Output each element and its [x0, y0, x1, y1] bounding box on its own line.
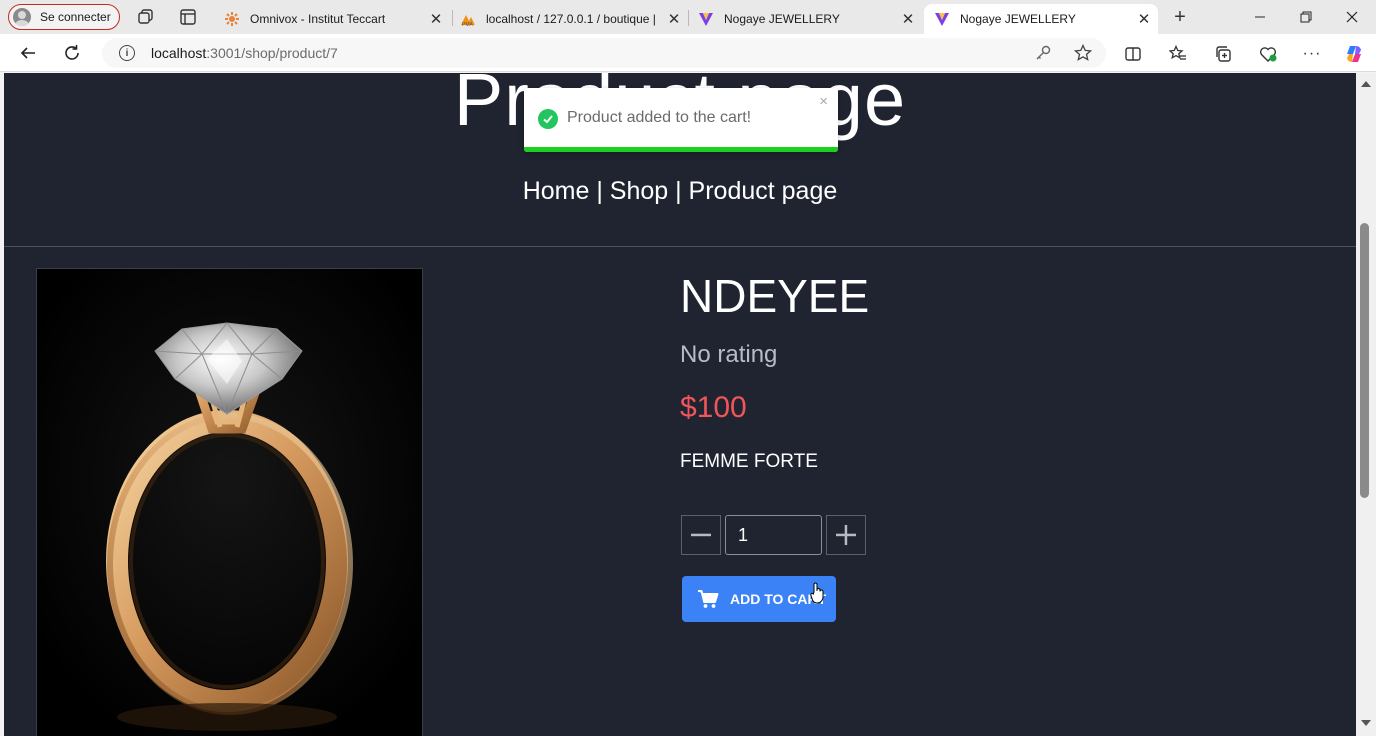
tab-phpmyadmin[interactable]: PMA localhost / 127.0.0.1 / boutique | ✕ [450, 4, 688, 34]
profile-label: Se connecter [40, 10, 111, 24]
close-tab-icon[interactable]: ✕ [666, 10, 682, 28]
tab-title: Nogaye JEWELLERY [724, 12, 840, 26]
favorites-icon[interactable] [1168, 44, 1188, 64]
shopping-cart-icon [697, 589, 719, 609]
quantity-input[interactable] [725, 515, 822, 555]
new-tab-icon[interactable]: + [1171, 6, 1189, 28]
profile-button[interactable]: Se connecter [8, 4, 120, 30]
password-key-icon[interactable] [1034, 44, 1052, 67]
browser-toolbar: i localhost:3001/shop/product/7 ··· [0, 34, 1376, 72]
scroll-down-arrow-icon[interactable] [1361, 720, 1371, 726]
product-name: NDEYEE [680, 270, 870, 322]
browser-essentials-icon[interactable] [1258, 44, 1278, 64]
svg-text:PMA: PMA [462, 22, 474, 27]
collections-icon[interactable] [1213, 44, 1233, 64]
address-bar[interactable]: i localhost:3001/shop/product/7 [102, 38, 1106, 68]
section-divider [4, 246, 1356, 247]
back-icon[interactable] [17, 42, 39, 64]
toast-close-icon[interactable]: × [819, 93, 828, 110]
page-viewport: Product page Home | Shop | Product page [4, 73, 1356, 736]
tab-title: Omnivox - Institut Teccart [250, 12, 386, 26]
page-scrollbar[interactable] [1356, 73, 1376, 736]
tab-nogaye-active[interactable]: Nogaye JEWELLERY ✕ [924, 4, 1158, 34]
scroll-up-arrow-icon[interactable] [1361, 81, 1371, 87]
url-path: :3001/shop/product/7 [206, 45, 338, 61]
nogaye-logo-icon [934, 11, 950, 27]
refresh-icon[interactable] [61, 42, 83, 64]
omnivox-icon [224, 11, 240, 27]
product-image [36, 268, 423, 736]
product-rating: No rating [680, 341, 778, 368]
breadcrumb[interactable]: Home | Shop | Product page [4, 177, 1356, 206]
workspaces-icon[interactable] [137, 8, 155, 26]
plus-icon [836, 525, 856, 545]
hand-cursor-icon [810, 582, 826, 609]
toast-progress-bar [524, 147, 838, 152]
close-tab-icon[interactable]: ✕ [900, 10, 916, 28]
minimize-icon[interactable] [1248, 6, 1272, 28]
browser-tab-bar: Se connecter Omnivox - Institut Teccart … [0, 0, 1376, 34]
product-description: FEMME FORTE [680, 451, 818, 472]
success-toast: Product added to the cart! × [524, 88, 838, 152]
tab-title: localhost / 127.0.0.1 / boutique | [486, 12, 656, 26]
settings-more-icon[interactable]: ··· [1302, 44, 1322, 64]
quantity-decrease-button[interactable] [681, 515, 721, 555]
minus-icon [691, 533, 711, 537]
close-window-icon[interactable] [1340, 6, 1364, 28]
split-screen-icon[interactable] [1123, 44, 1143, 64]
url-host: localhost [151, 45, 207, 61]
tab-title: Nogaye JEWELLERY [960, 12, 1076, 26]
nogaye-logo-icon [698, 11, 714, 27]
close-tab-icon[interactable]: ✕ [428, 10, 444, 28]
toast-message: Product added to the cart! [567, 109, 752, 126]
avatar-icon [13, 8, 31, 26]
product-price: $100 [680, 391, 747, 424]
copilot-icon[interactable] [1344, 44, 1364, 64]
success-check-icon [538, 109, 558, 129]
tab-actions-icon[interactable] [179, 8, 197, 26]
tab-omnivox[interactable]: Omnivox - Institut Teccart ✕ [214, 4, 450, 34]
restore-icon[interactable] [1294, 6, 1318, 28]
site-info-icon[interactable]: i [119, 45, 135, 61]
scrollbar-thumb[interactable] [1360, 223, 1369, 498]
favorite-star-icon[interactable] [1073, 43, 1093, 67]
tab-nogaye-1[interactable]: Nogaye JEWELLERY ✕ [688, 4, 922, 34]
quantity-increase-button[interactable] [826, 515, 866, 555]
close-tab-icon[interactable]: ✕ [1136, 10, 1152, 28]
phpmyadmin-icon: PMA [460, 11, 476, 27]
